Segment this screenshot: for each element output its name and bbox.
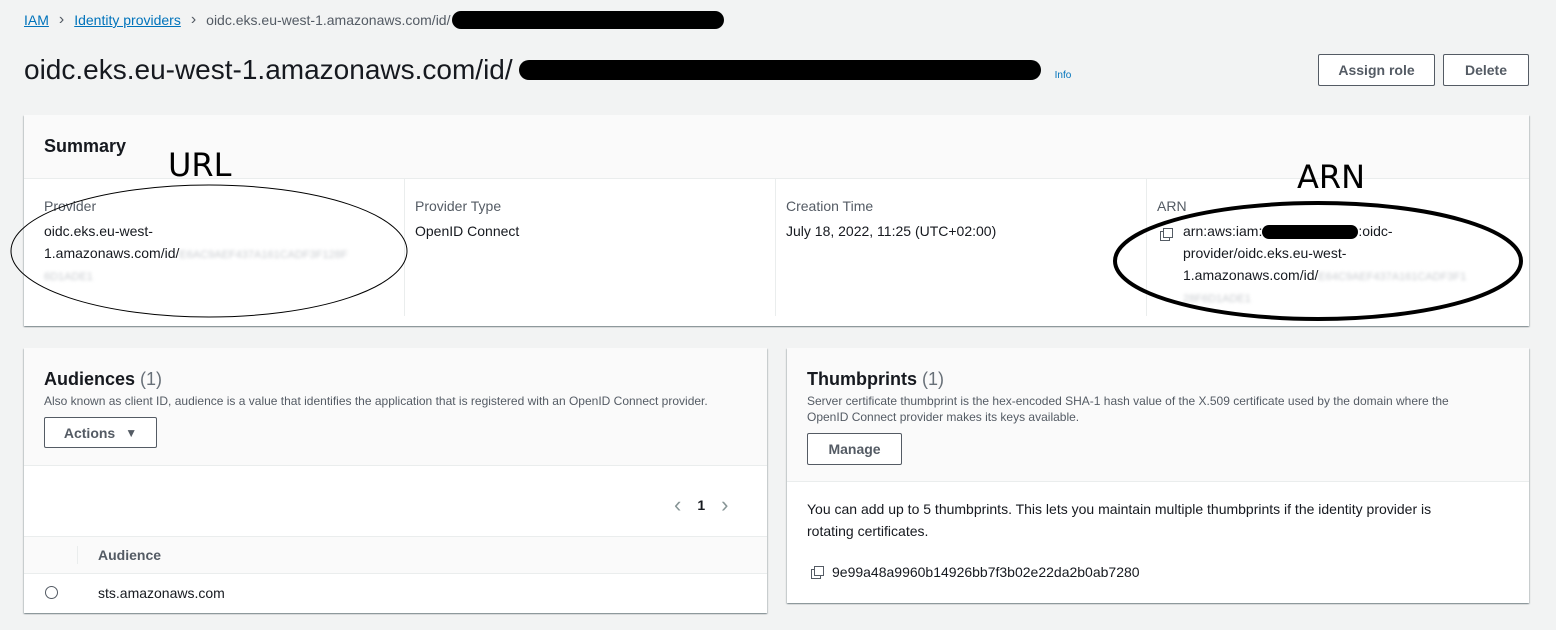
- annotation-url-label: URL: [168, 146, 232, 184]
- audiences-heading: Audiences (1): [44, 369, 162, 390]
- thumbprints-panel: Thumbprints (1) Server certificate thumb…: [787, 348, 1529, 603]
- chevron-right-icon[interactable]: ›: [721, 492, 728, 518]
- actions-button[interactable]: Actions ▼: [44, 417, 157, 448]
- pagination: ‹ 1 ›: [674, 492, 728, 518]
- audiences-table-header: Audience: [24, 536, 767, 574]
- audiences-description: Also known as client ID, audience is a v…: [44, 394, 708, 408]
- column-divider: [77, 546, 78, 564]
- page-number[interactable]: 1: [697, 497, 705, 513]
- thumbprints-note-line: rotating certificates.: [807, 523, 929, 539]
- thumbprints-heading: Thumbprints (1): [807, 369, 944, 390]
- thumbprints-description-line: OpenID Connect provider makes its keys a…: [807, 410, 1080, 424]
- audiences-header: Audiences (1) Also known as client ID, a…: [24, 348, 767, 466]
- annotation-arn-label: ARN: [1297, 158, 1366, 196]
- thumbprints-description: Server certificate thumbprint is the hex…: [807, 393, 1449, 425]
- thumbprints-header: Thumbprints (1) Server certificate thumb…: [787, 348, 1529, 482]
- thumbprints-count: (1): [922, 369, 945, 389]
- copy-icon[interactable]: [811, 565, 824, 579]
- thumbprints-title: Thumbprints: [807, 369, 917, 389]
- thumbprint-value: 9e99a48a9960b14926bb7f3b02e22da2b0ab7280: [832, 564, 1140, 580]
- thumbprints-note-line: You can add up to 5 thumbprints. This le…: [807, 501, 1432, 517]
- thumbprints-note: You can add up to 5 thumbprints. This le…: [807, 498, 1431, 542]
- manage-button[interactable]: Manage: [807, 433, 902, 465]
- thumbprint-item: 9e99a48a9960b14926bb7f3b02e22da2b0ab7280: [811, 564, 1140, 580]
- audience-column-header[interactable]: Audience: [98, 547, 161, 563]
- thumbprints-description-line: Server certificate thumbprint is the hex…: [807, 394, 1449, 408]
- table-row[interactable]: sts.amazonaws.com: [24, 573, 767, 613]
- audiences-title: Audiences: [44, 369, 136, 389]
- audiences-panel: Audiences (1) Also known as client ID, a…: [24, 348, 767, 613]
- actions-label: Actions: [63, 424, 116, 441]
- chevron-left-icon[interactable]: ‹: [674, 492, 681, 518]
- caret-down-icon: ▼: [125, 425, 138, 440]
- row-radio[interactable]: [45, 586, 58, 599]
- audience-value: sts.amazonaws.com: [98, 585, 225, 601]
- audiences-count: (1): [140, 369, 163, 389]
